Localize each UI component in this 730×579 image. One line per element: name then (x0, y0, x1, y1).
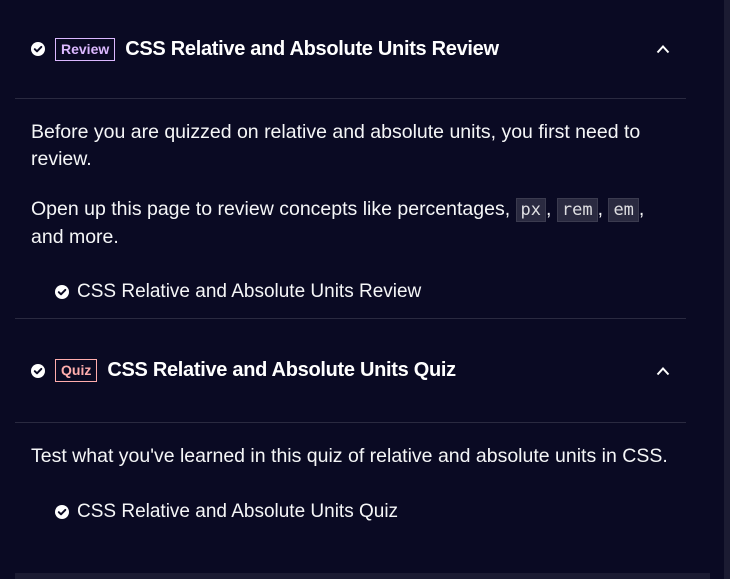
review-intro-text: Before you are quizzed on relative and a… (31, 121, 641, 170)
review-concepts-prefix: Open up this page to review concepts lik… (31, 198, 511, 220)
review-concepts-text: Open up this page to review concepts lik… (31, 198, 645, 248)
quiz-section-body: Test what you've learned in this quiz of… (15, 423, 686, 523)
chevron-up-icon[interactable] (656, 44, 670, 54)
vertical-scrollbar[interactable] (724, 0, 730, 579)
curriculum-list: Review CSS Relative and Absolute Units R… (15, 0, 686, 523)
code-rem: rem (556, 198, 598, 222)
horizontal-scrollbar[interactable] (15, 573, 710, 579)
review-link[interactable]: CSS Relative and Absolute Units Review (55, 281, 670, 303)
quiz-section-header[interactable]: Quiz CSS Relative and Absolute Units Qui… (15, 319, 686, 423)
check-circle-icon (55, 285, 69, 299)
code-em: em (608, 198, 639, 222)
check-circle-icon (31, 42, 45, 56)
review-concepts-suffix: and more. (31, 226, 119, 248)
quiz-intro-text: Test what you've learned in this quiz of… (31, 445, 668, 467)
review-link-label[interactable]: CSS Relative and Absolute Units Review (77, 281, 421, 303)
review-section-title: CSS Relative and Absolute Units Review (125, 37, 499, 60)
page: Review CSS Relative and Absolute Units R… (0, 0, 730, 579)
quiz-badge: Quiz (55, 359, 98, 382)
chevron-up-icon[interactable] (656, 366, 670, 376)
quiz-link[interactable]: CSS Relative and Absolute Units Quiz (55, 501, 670, 523)
quiz-link-label[interactable]: CSS Relative and Absolute Units Quiz (77, 501, 398, 523)
review-badge: Review (55, 37, 116, 61)
code-px: px (515, 198, 547, 222)
check-circle-icon (31, 363, 45, 378)
review-section-body: Before you are quizzed on relative and a… (15, 99, 686, 319)
check-circle-icon (55, 505, 69, 519)
quiz-section-title: CSS Relative and Absolute Units Quiz (107, 359, 456, 381)
review-section-header[interactable]: Review CSS Relative and Absolute Units R… (15, 0, 686, 99)
